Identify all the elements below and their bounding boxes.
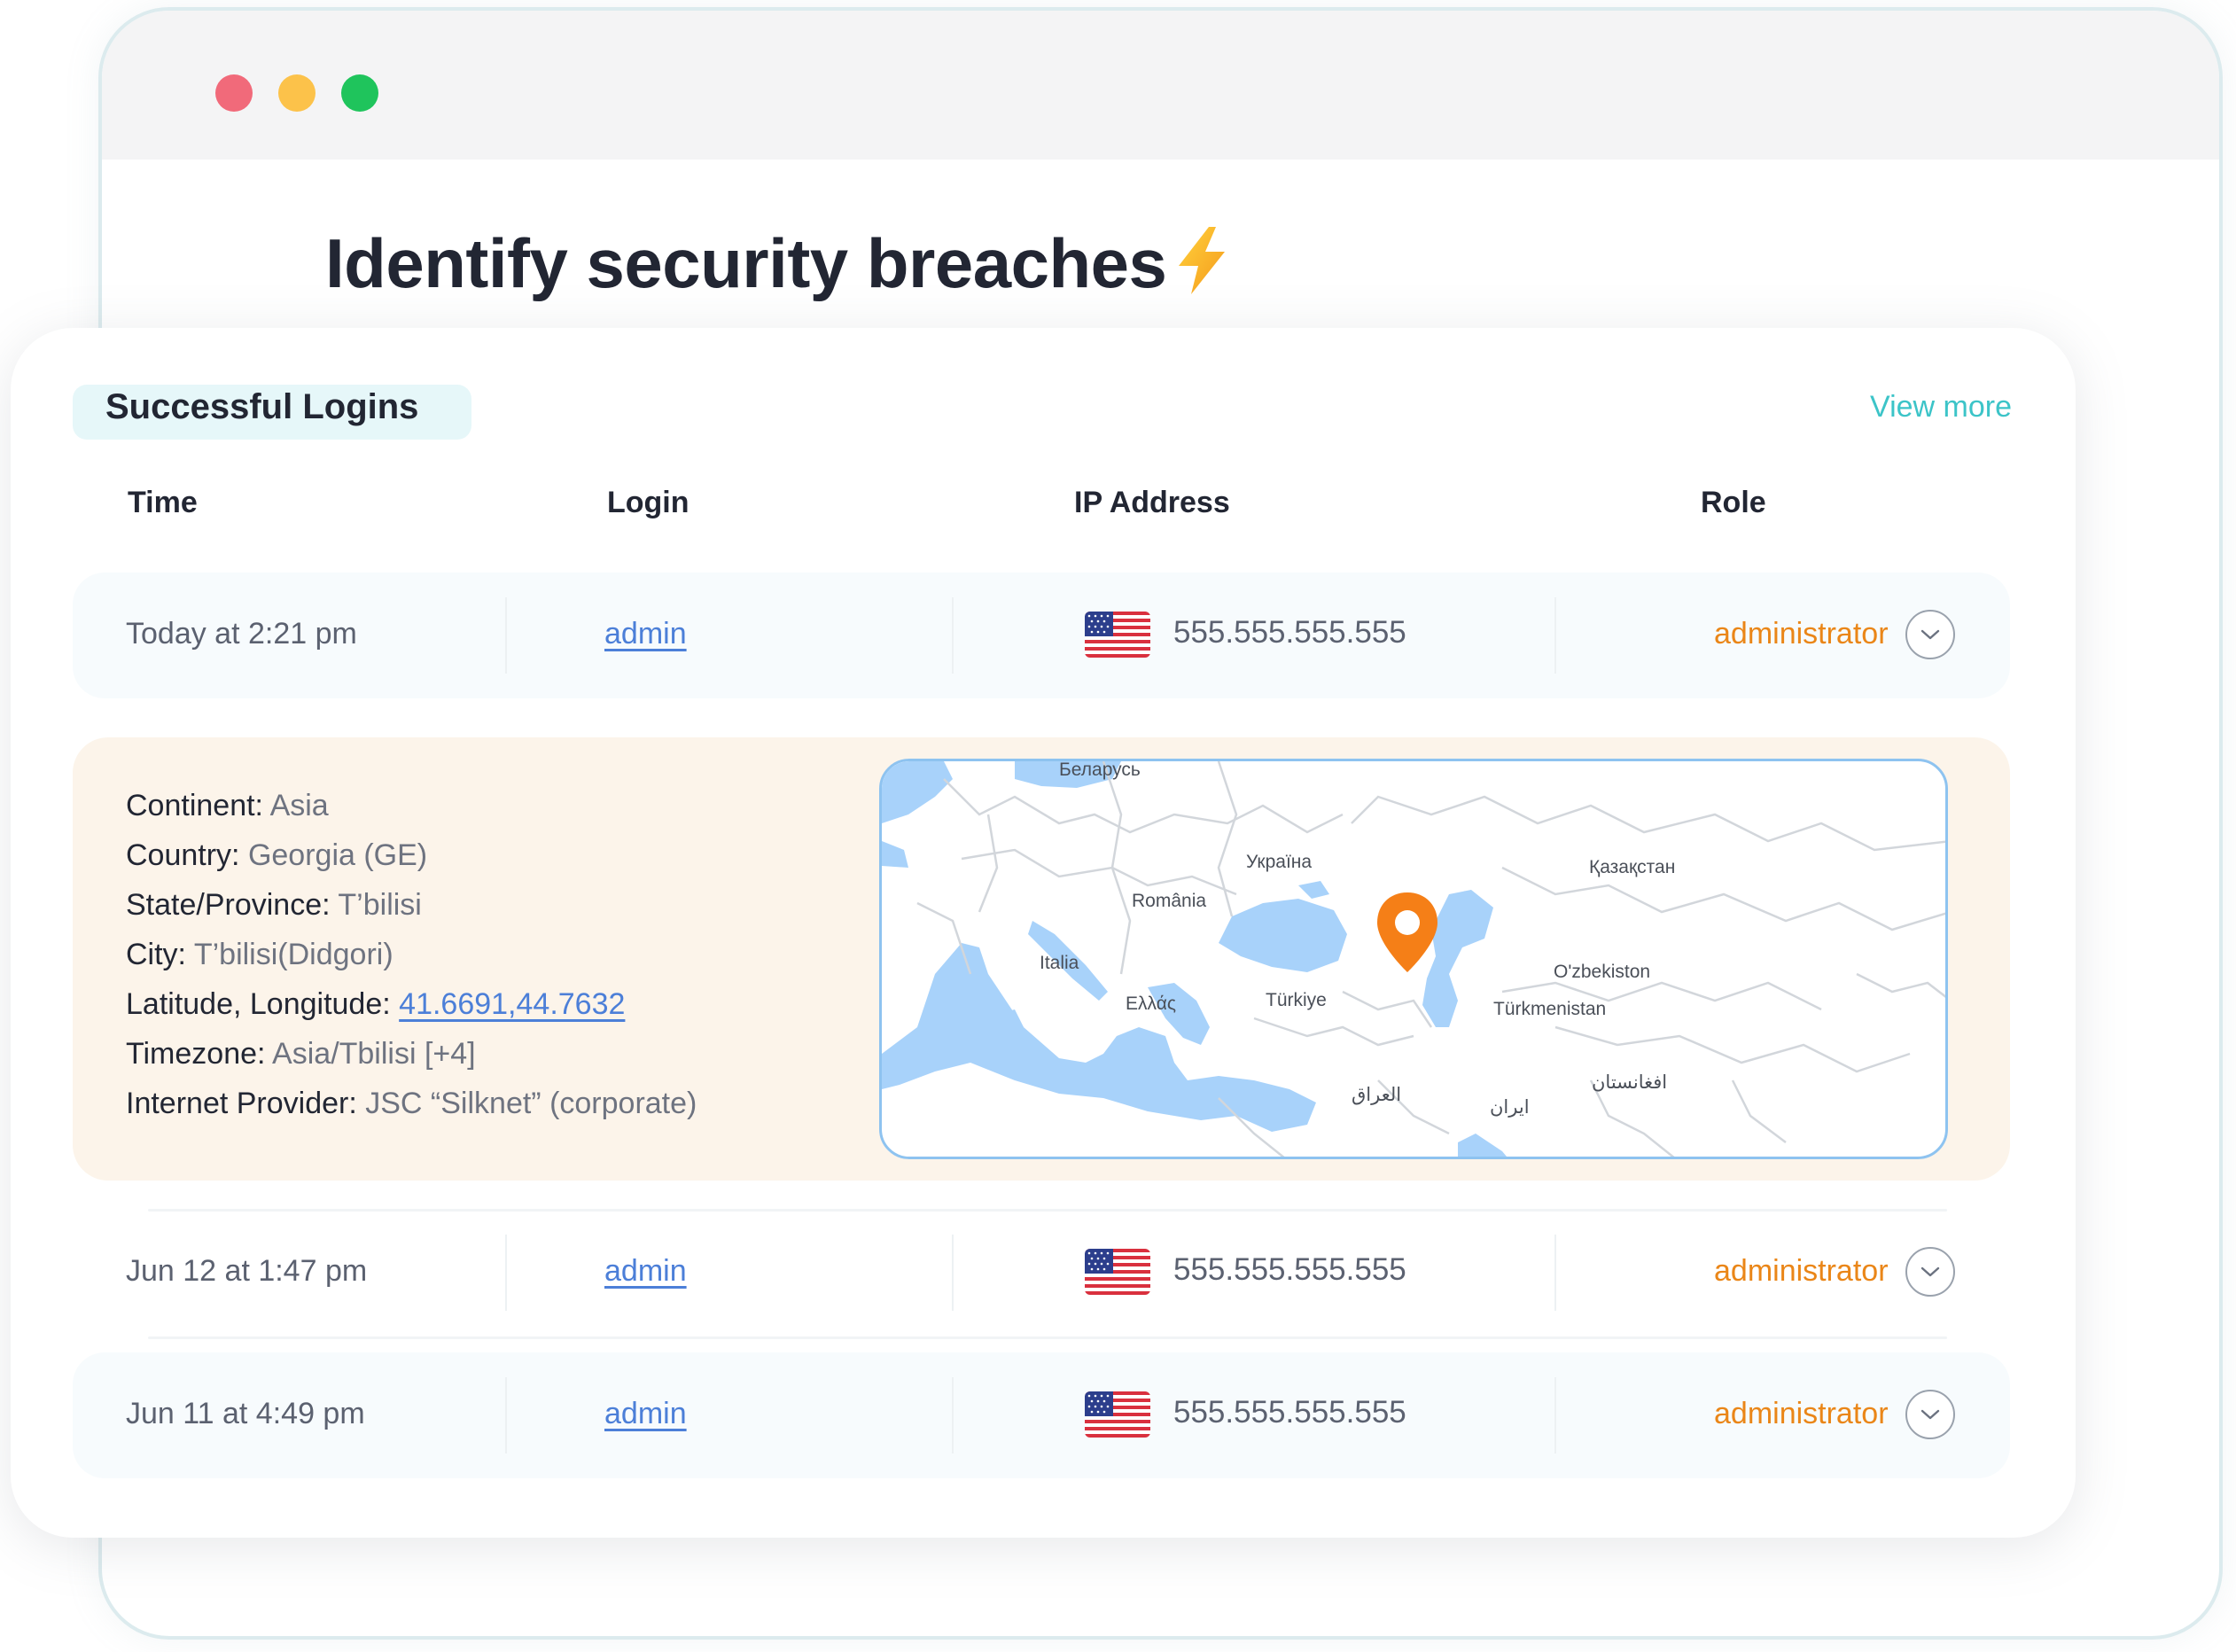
chevron-down-icon xyxy=(1920,1409,1940,1420)
column-divider xyxy=(505,597,507,674)
expand-row-button[interactable] xyxy=(1905,610,1955,659)
map-label-turkey: Türkiye xyxy=(1266,990,1327,1010)
detail-country: Country: Georgia (GE) xyxy=(126,838,427,873)
column-divider xyxy=(505,1235,507,1311)
detail-label: City: xyxy=(126,938,186,971)
ip-address: 555.555.555.555 xyxy=(1173,1252,1406,1287)
successful-logins-card: Successful Logins View more Time Login I… xyxy=(11,328,2076,1538)
detail-label: Country: xyxy=(126,838,240,872)
detail-city: City: T’bilisi(Didgori) xyxy=(126,938,393,972)
row-separator xyxy=(148,1336,1947,1339)
login-time: Jun 12 at 1:47 pm xyxy=(126,1254,368,1288)
detail-value: T’bilisi(Didgori) xyxy=(193,938,393,971)
role-value: administrator xyxy=(1714,1254,1889,1288)
detail-label: State/Province: xyxy=(126,888,331,922)
column-header-role: Role xyxy=(1701,486,1766,519)
close-window-button[interactable] xyxy=(215,74,253,112)
coordinates-link[interactable]: 41.6691,44.7632 xyxy=(399,987,625,1021)
minimize-window-button[interactable] xyxy=(278,74,316,112)
chevron-down-icon xyxy=(1920,1266,1940,1277)
detail-value: JSC “Silknet” (corporate) xyxy=(365,1087,697,1120)
expand-row-button[interactable] xyxy=(1905,1247,1955,1297)
column-header-login: Login xyxy=(607,486,689,519)
us-flag-icon xyxy=(1085,1249,1150,1295)
map-label-iraq: العراق xyxy=(1352,1085,1402,1105)
table-row[interactable]: Jun 11 at 4:49 pm admin 555.555.555.555 … xyxy=(73,1352,2010,1478)
window-titlebar xyxy=(102,11,2219,160)
role-value: administrator xyxy=(1714,617,1889,651)
detail-value: Asia/Tbilisi [+4] xyxy=(272,1037,476,1071)
detail-timezone: Timezone: Asia/Tbilisi [+4] xyxy=(126,1037,476,1071)
detail-label: Internet Provider: xyxy=(126,1087,357,1120)
role-value: administrator xyxy=(1714,1397,1889,1430)
ip-address: 555.555.555.555 xyxy=(1173,615,1406,650)
column-divider xyxy=(1554,1235,1556,1311)
detail-provider: Internet Provider: JSC “Silknet” (corpor… xyxy=(126,1087,697,1121)
section-title: Successful Logins xyxy=(105,387,419,426)
detail-label: Timezone: xyxy=(126,1037,266,1071)
maximize-window-button[interactable] xyxy=(341,74,378,112)
detail-value: Georgia (GE) xyxy=(247,838,428,872)
column-divider xyxy=(952,597,954,674)
map-label-ukraine: Україна xyxy=(1246,852,1313,872)
table-row[interactable]: Jun 12 at 1:47 pm admin 555.555.555.555 … xyxy=(73,1210,2010,1336)
map-label-afghanistan: افغانستان xyxy=(1592,1072,1668,1093)
us-flag-icon xyxy=(1085,1391,1150,1438)
detail-value: Asia xyxy=(269,789,329,822)
column-divider xyxy=(1554,1377,1556,1453)
page-title: Identify security breaches xyxy=(325,223,1234,313)
map-label-belarus: Беларусь xyxy=(1059,760,1141,780)
column-header-time: Time xyxy=(128,486,198,519)
detail-continent: Continent: Asia xyxy=(126,789,329,823)
column-header-ip-address: IP Address xyxy=(1074,486,1230,519)
map-label-iran: ایران xyxy=(1490,1097,1530,1118)
map-label-kazakhstan: Қазақстан xyxy=(1589,857,1676,877)
column-divider xyxy=(1554,597,1556,674)
login-time: Today at 2:21 pm xyxy=(126,617,357,651)
lightning-bolt-icon xyxy=(1170,225,1234,313)
ip-address: 555.555.555.555 xyxy=(1173,1395,1406,1430)
map-label-romania: România xyxy=(1132,891,1207,911)
detail-label: Latitude, Longitude: xyxy=(126,987,391,1021)
login-time: Jun 11 at 4:49 pm xyxy=(126,1397,365,1430)
detail-latlon: Latitude, Longitude: 41.6691,44.7632 xyxy=(126,987,625,1022)
column-divider xyxy=(952,1235,954,1311)
page-title-text: Identify security breaches xyxy=(325,224,1167,302)
login-user-link[interactable]: admin xyxy=(604,1397,687,1431)
location-map[interactable]: Беларусь Україна România Italia Ελλάς Tü… xyxy=(879,759,1948,1159)
login-user-link[interactable]: admin xyxy=(604,617,687,651)
column-divider xyxy=(505,1377,507,1453)
detail-label: Continent: xyxy=(126,789,263,822)
map-label-italy: Italia xyxy=(1040,953,1079,973)
map-label-uzbekistan: O'zbekiston xyxy=(1554,962,1651,982)
view-more-link[interactable]: View more xyxy=(1870,390,2012,425)
expand-row-button[interactable] xyxy=(1905,1390,1955,1439)
table-row[interactable]: Today at 2:21 pm admin 555.555.555.555 a… xyxy=(73,573,2010,698)
map-label-greece: Ελλάς xyxy=(1126,994,1176,1014)
location-pin-icon[interactable] xyxy=(1374,891,1441,976)
map-label-turkmenistan: Türkmenistan xyxy=(1493,999,1607,1019)
login-user-link[interactable]: admin xyxy=(604,1254,687,1289)
detail-value: T’bilisi xyxy=(338,888,422,922)
login-details-panel: Continent: Asia Country: Georgia (GE) St… xyxy=(73,737,2010,1181)
column-divider xyxy=(952,1377,954,1453)
chevron-down-icon xyxy=(1920,629,1940,640)
detail-state: State/Province: T’bilisi xyxy=(126,888,422,923)
us-flag-icon xyxy=(1085,612,1150,658)
